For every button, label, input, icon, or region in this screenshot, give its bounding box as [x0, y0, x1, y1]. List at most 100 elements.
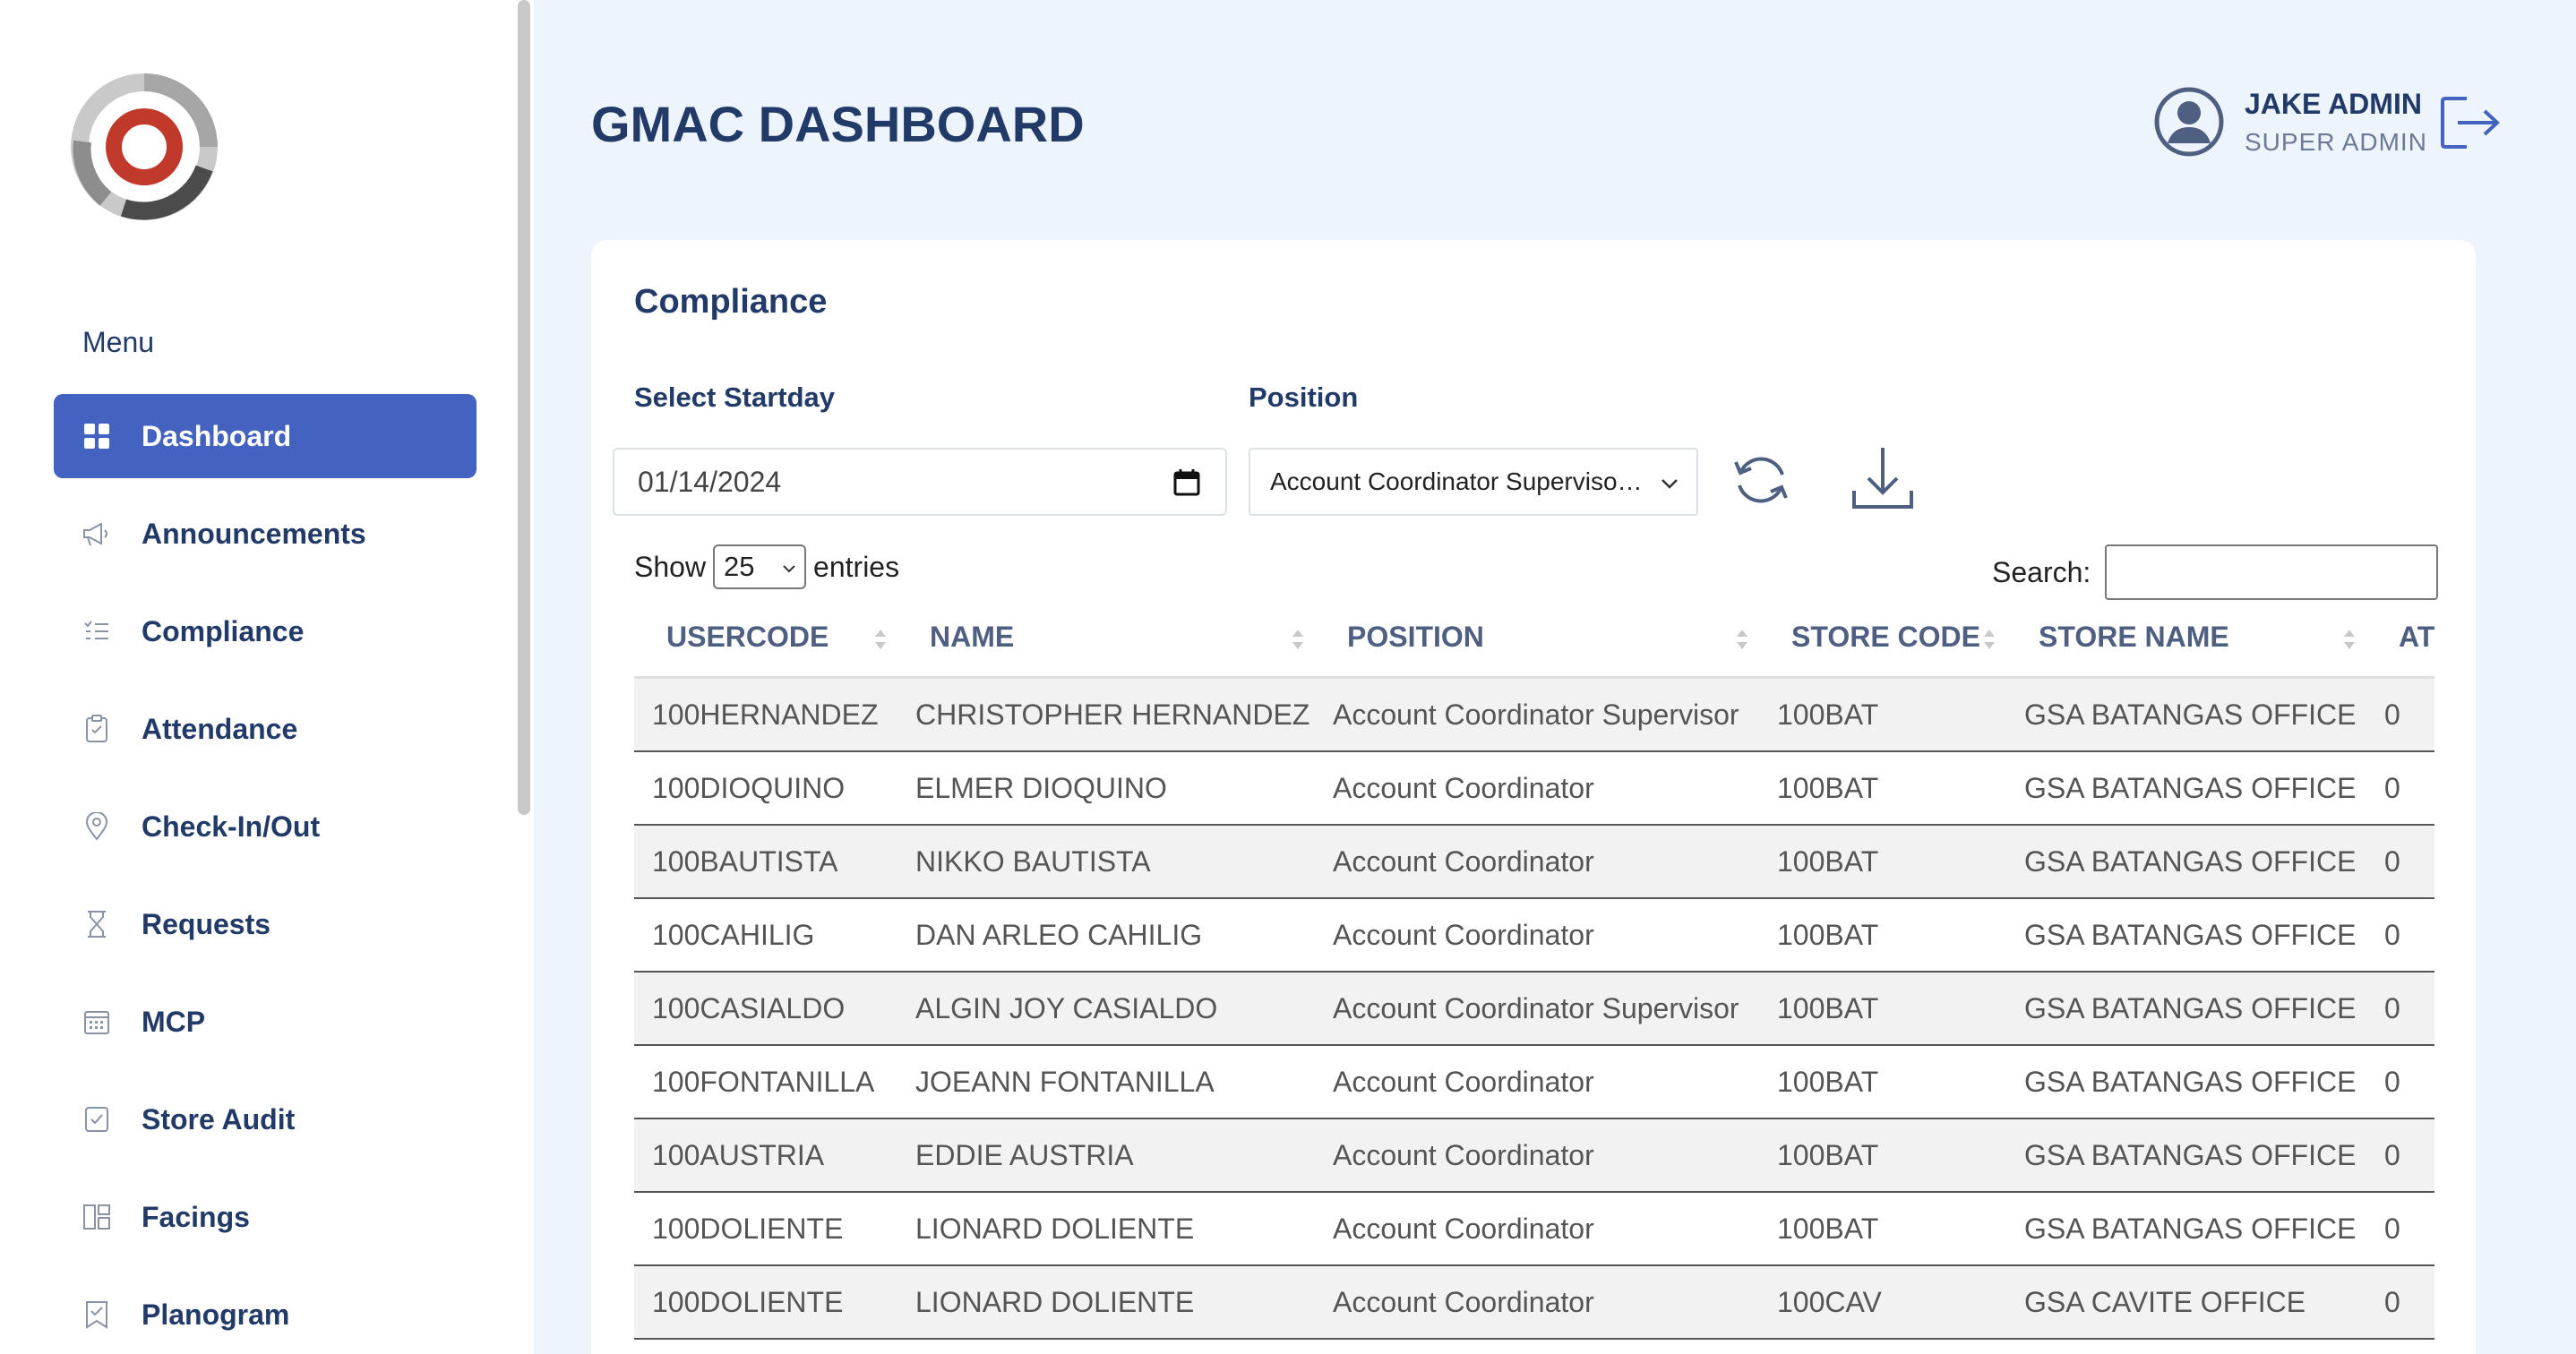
cell-store-name: GSA BATANGAS OFFICE — [2024, 844, 2357, 878]
sidebar-item-announcements[interactable]: Announcements — [54, 492, 477, 576]
user-avatar-icon — [2154, 87, 2224, 157]
column-header-store-name[interactable]: STORE NAME — [2006, 597, 2366, 678]
cell-at: 0 — [2384, 1285, 2400, 1318]
sidebar-item-check-in-out[interactable]: Check-In/Out — [54, 784, 477, 869]
table-row: 100CAHILIG DAN ARLEO CAHILIG Account Coo… — [634, 899, 2434, 973]
sidebar-item-planogram[interactable]: Planogram — [54, 1273, 477, 1354]
cell-at: 0 — [2384, 844, 2400, 878]
cell-usercode: 100DOLIENTE — [652, 1285, 844, 1318]
sidebar-item-label: Check-In/Out — [142, 810, 321, 843]
cell-position: Account Coordinator — [1333, 844, 1594, 878]
cell-store-code: 100BAT — [1777, 1212, 1879, 1245]
layout-icon — [81, 1201, 113, 1233]
refresh-icon[interactable] — [1729, 448, 1793, 512]
cell-usercode: 100CASIALDO — [652, 991, 846, 1024]
compliance-card: Compliance Select Startday Position 01/1… — [591, 240, 2476, 1354]
chevron-down-icon — [1662, 479, 1678, 489]
table-row: 100FONTANILLA JOEANN FONTANILLA Account … — [634, 1046, 2434, 1119]
cell-position: Account Coordinator — [1333, 1138, 1594, 1171]
sidebar-item-dashboard[interactable]: Dashboard — [54, 394, 477, 478]
cell-store-code: 100BAT — [1777, 844, 1879, 878]
cell-store-name: GSA BATANGAS OFFICE — [2024, 1138, 2357, 1171]
cell-at: 0 — [2384, 1212, 2400, 1245]
location-pin-icon — [81, 810, 113, 843]
show-label: Show — [634, 550, 707, 583]
user-role: SUPER ADMIN — [2245, 127, 2427, 156]
entries-select[interactable]: 25 — [713, 544, 807, 589]
cell-name: NIKKO BAUTISTA — [915, 844, 1151, 878]
check-square-icon — [81, 1103, 113, 1135]
cell-store-name: GSA BATANGAS OFFICE — [2024, 1212, 2357, 1245]
megaphone-icon — [81, 518, 113, 550]
cell-store-name: GSA BATANGAS OFFICE — [2024, 771, 2357, 804]
sidebar-item-label: Store Audit — [142, 1102, 296, 1135]
sidebar-item-label: Requests — [142, 907, 271, 940]
table-row: 100HERNANDEZ CHRISTOPHER HERNANDEZ Accou… — [634, 679, 2434, 752]
sidebar-item-attendance[interactable]: Attendance — [54, 687, 477, 771]
table-row: 100DIOQUINO ELMER DIOQUINO Account Coord… — [634, 752, 2434, 826]
column-header-at[interactable]: AT — [2366, 597, 2434, 678]
cell-position: Account Coordinator — [1333, 1285, 1594, 1318]
cell-name: JOEANN FONTANILLA — [915, 1065, 1215, 1098]
cell-position: Account Coordinator — [1333, 771, 1594, 804]
cell-name: ALGIN JOY CASIALDO — [915, 991, 1218, 1024]
cell-store-name: GSA BATANGAS OFFICE — [2024, 918, 2357, 951]
sidebar-nav: Dashboard Announcements Compliance Atten… — [54, 394, 477, 1354]
download-icon[interactable] — [1849, 442, 1917, 516]
cell-store-code: 100BAT — [1777, 918, 1879, 951]
search-label: Search: — [1992, 555, 2091, 588]
position-label: Position — [1249, 381, 1359, 413]
position-selected-value: Account Coordinator Superviso… — [1270, 467, 1643, 495]
sidebar-item-store-audit[interactable]: Store Audit — [54, 1077, 477, 1161]
cell-name: CHRISTOPHER HERNANDEZ — [915, 698, 1310, 731]
sidebar-scrollbar[interactable] — [518, 0, 530, 815]
position-select[interactable]: Account Coordinator Superviso… — [1249, 448, 1698, 516]
cell-at: 0 — [2384, 1065, 2400, 1098]
sidebar: Menu Dashboard Announcements Compliance … — [0, 0, 534, 1354]
cell-at: 0 — [2384, 918, 2400, 951]
search-input[interactable] — [2105, 544, 2439, 600]
sort-icon — [1292, 629, 1303, 649]
cell-position: Account Coordinator — [1333, 918, 1594, 951]
cell-store-name: GSA BATANGAS OFFICE — [2024, 991, 2357, 1024]
cell-at: 0 — [2384, 698, 2400, 731]
calendar-icon — [81, 1006, 113, 1038]
cell-at: 0 — [2384, 771, 2400, 804]
bookmark-check-icon — [81, 1298, 113, 1331]
sidebar-item-requests[interactable]: Requests — [54, 882, 477, 966]
checklist-icon — [81, 615, 113, 647]
sort-icon — [2344, 629, 2355, 649]
calendar-icon[interactable] — [1172, 467, 1202, 498]
cell-name: ELMER DIOQUINO — [915, 771, 1167, 804]
sidebar-item-label: Announcements — [142, 517, 366, 550]
startday-value: 01/14/2024 — [638, 465, 782, 498]
column-header-store-code[interactable]: STORE CODE — [1759, 597, 2006, 678]
sidebar-item-label: Facings — [142, 1200, 250, 1233]
table-row: 100BAUTISTA NIKKO BAUTISTA Account Coord… — [634, 826, 2434, 899]
cell-store-code: 100BAT — [1777, 1138, 1879, 1171]
entries-value: 25 — [724, 551, 755, 582]
user-profile[interactable]: JAKE ADMIN SUPER ADMIN — [2153, 86, 2427, 158]
sidebar-item-compliance[interactable]: Compliance — [54, 589, 477, 673]
cell-store-code: 100BAT — [1777, 991, 1879, 1024]
column-header-name[interactable]: NAME — [897, 597, 1315, 678]
page-title: GMAC DASHBOARD — [591, 96, 1085, 152]
sidebar-item-facings[interactable]: Facings — [54, 1175, 477, 1259]
compliance-table: USERCODE NAME POSITION STORE CODE STORE … — [634, 598, 2434, 1340]
startday-label: Select Startday — [634, 381, 835, 413]
sort-icon — [1984, 629, 1995, 649]
cell-name: LIONARD DOLIENTE — [915, 1212, 1195, 1245]
column-header-position[interactable]: POSITION — [1315, 597, 1759, 678]
cell-position: Account Coordinator — [1333, 1065, 1594, 1098]
cell-at: 0 — [2384, 991, 2400, 1024]
column-header-usercode[interactable]: USERCODE — [634, 597, 897, 678]
logout-icon[interactable] — [2440, 95, 2503, 150]
menu-title: Menu — [82, 326, 155, 358]
sidebar-item-mcp[interactable]: MCP — [54, 980, 477, 1064]
startday-date-input[interactable]: 01/14/2024 — [613, 448, 1227, 516]
cell-name: EDDIE AUSTRIA — [915, 1138, 1134, 1171]
cell-store-name: GSA CAVITE OFFICE — [2024, 1285, 2306, 1318]
cell-usercode: 100AUSTRIA — [652, 1138, 825, 1171]
table-header: USERCODE NAME POSITION STORE CODE STORE … — [634, 598, 2434, 679]
entries-length-control: Show 25 entries — [634, 544, 899, 589]
